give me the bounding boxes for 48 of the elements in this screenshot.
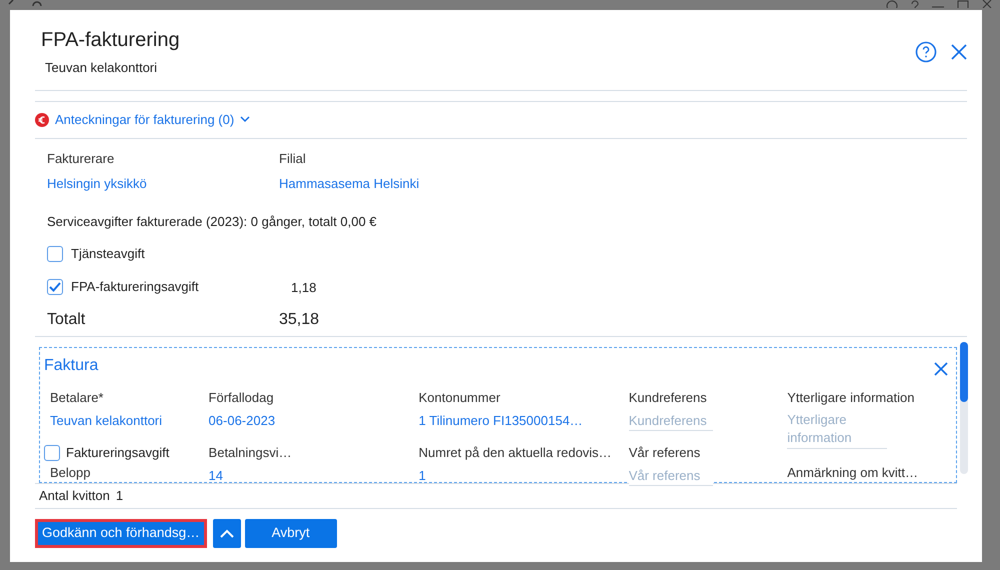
dialog-subtitle: Teuvan kelakonttori [45, 59, 158, 77]
panel-title: Faktura [44, 356, 100, 376]
checkbox[interactable] [47, 278, 63, 294]
total-label: Totalt [47, 310, 86, 330]
fee-amount: 1,18 [291, 279, 316, 298]
action-button[interactable]: Godkänn och förhandsg… [35, 519, 207, 548]
checkbox-label: Faktureringsavgift [66, 444, 170, 462]
dialog-title: FPA-fakturering [41, 28, 180, 52]
field-label: Kundreferens [628, 389, 708, 407]
field-label: Vår referens [628, 444, 702, 462]
field-label: Betalare* [50, 389, 104, 407]
scrollbar[interactable] [960, 342, 968, 474]
receipts-count: 1 [116, 487, 124, 506]
field-label: Filial [279, 150, 307, 168]
field-label: Belopp [50, 464, 92, 482]
field-value[interactable]: Hammasasema Helsinki [279, 174, 511, 194]
receipts-label: Antal kvitton [39, 487, 110, 506]
field-label: Kontonummer [418, 389, 502, 407]
close-icon[interactable] [934, 362, 948, 376]
action-button[interactable]: Avbryt [244, 519, 337, 548]
euro-icon [35, 112, 49, 126]
chevron-up-icon [220, 529, 234, 538]
maximize-icon[interactable] [957, 0, 969, 8]
checkbox[interactable] [47, 246, 63, 262]
field-label: Förfallodag [208, 389, 275, 407]
field-label: Ytterligare information [787, 389, 916, 407]
notes-toggle[interactable]: Anteckningar för fakturering (0) [35, 110, 250, 130]
checkbox-label: Tjänsteavgift [71, 244, 146, 263]
field-value[interactable]: Teuvan kelakonttori [50, 410, 209, 430]
field-label: Anmärkning om kvitt… [787, 464, 920, 482]
expand-button[interactable] [212, 519, 241, 548]
total-value: 35,18 [279, 310, 320, 330]
help-icon[interactable] [915, 40, 937, 63]
field-label: Fakturerare [47, 150, 116, 168]
field-value[interactable]: 1 [418, 466, 629, 485]
checkbox[interactable] [44, 444, 60, 461]
field-value[interactable]: Helsingin yksikkö [47, 174, 279, 194]
chevron-down-icon [240, 116, 250, 123]
close-icon[interactable] [982, 0, 992, 8]
summary-text: Serviceavgifter fakturerade (2023): 0 gånger, totalt 0,00 € [46, 212, 378, 231]
field-value[interactable]: 1 Tilinumero FI135000154… [418, 410, 629, 430]
field-label: Betalningsvi… [208, 444, 293, 462]
field-value[interactable]: 14 [208, 466, 419, 485]
help-icon[interactable] [911, 0, 919, 8]
field-value[interactable]: 06-06-2023 [208, 410, 419, 430]
field-label: Numret på den aktuella redovis… [418, 444, 613, 462]
close-icon[interactable] [951, 44, 967, 60]
checkbox-label: FPA-faktureringsavgift [71, 278, 200, 296]
